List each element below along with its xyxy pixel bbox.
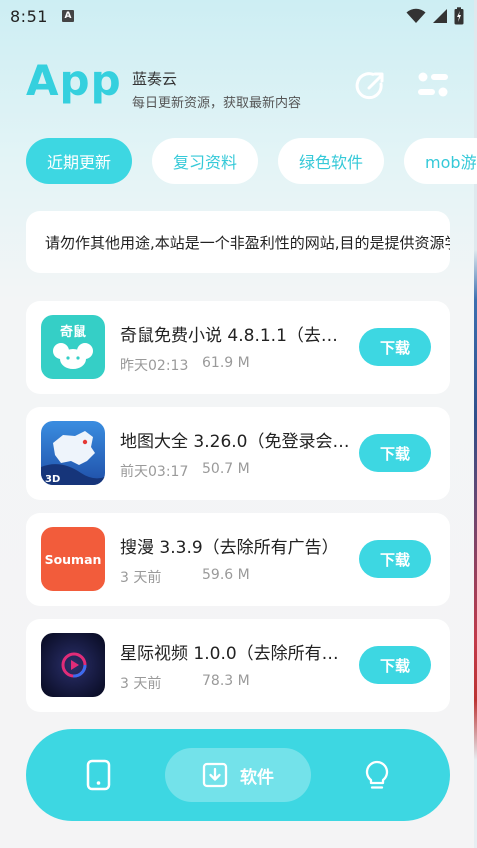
app-size: 78.3 M: [202, 673, 250, 689]
mouse-app-label: 奇鼠: [60, 324, 86, 340]
app-update-time: 昨天02:13: [120, 358, 189, 374]
app-title: 星际视频 1.0.0（去除所有广告）: [120, 644, 352, 664]
download-button[interactable]: 下载: [359, 540, 431, 578]
app-size: 59.6 M: [202, 567, 250, 583]
video-app-icon: [41, 633, 105, 697]
app-list-item[interactable]: 3D 地图大全 3.26.0（免登录会员版） 前天03:17 50.7 M 下载: [26, 407, 450, 500]
signal-icon: [433, 9, 447, 23]
phone-icon: [86, 759, 111, 791]
app-size: 61.9 M: [202, 355, 250, 371]
nav-software-button[interactable]: 软件: [165, 748, 311, 802]
nav-tips-button[interactable]: [363, 759, 391, 791]
download-button[interactable]: 下载: [359, 328, 431, 366]
app-update-time: 前天03:17: [120, 464, 189, 480]
mouse-app-icon: 奇鼠: [41, 315, 105, 379]
app-list-item[interactable]: 奇鼠 奇鼠免费小说 4.8.1.1（去除所有广告） 昨天02:13 61.9 M…: [26, 301, 450, 394]
site-description: 每日更新资源，获取最新内容: [132, 96, 302, 111]
tab-mob-games[interactable]: mob游: [404, 138, 477, 184]
app-update-time: 3 天前: [120, 676, 162, 692]
wifi-icon: [406, 8, 426, 23]
share-button[interactable]: [354, 69, 388, 103]
app-list-item[interactable]: Souman 搜漫 3.3.9（去除所有广告） 3 天前 59.6 M 下载: [26, 513, 450, 606]
download-button[interactable]: 下载: [359, 434, 431, 472]
nav-software-label: 软件: [240, 767, 274, 788]
menu-icon: [418, 72, 448, 97]
app-title: 奇鼠免费小说 4.8.1.1（去除所有广告）: [120, 326, 352, 346]
bulb-icon: [365, 760, 389, 789]
app-title: 搜漫 3.3.9（去除所有广告）: [120, 538, 339, 558]
app-logo: App: [26, 56, 122, 105]
app-list-item[interactable]: 星际视频 1.0.0（去除所有广告） 3 天前 78.3 M 下载: [26, 619, 450, 712]
tab-recent[interactable]: 近期更新: [26, 138, 133, 184]
share-icon: [355, 72, 384, 100]
category-tabs: 近期更新 复习资料 绿色软件 mob游: [26, 138, 477, 184]
site-name: 蓝奏云: [132, 70, 178, 88]
status-icons: [406, 7, 464, 25]
battery-icon: [454, 7, 464, 25]
souman-app-icon: Souman: [41, 527, 105, 591]
map-app-icon: 3D: [41, 421, 105, 485]
souman-app-label: Souman: [45, 552, 102, 567]
app-title: 地图大全 3.26.0（免登录会员版）: [120, 432, 352, 452]
app-update-time: 3 天前: [120, 570, 162, 586]
map-app-label: 3D: [45, 474, 60, 485]
download-icon: [202, 762, 228, 788]
status-time: 8:51: [10, 6, 48, 26]
bottom-navigation: 软件: [26, 729, 450, 821]
tab-green-software[interactable]: 绿色软件: [278, 138, 385, 184]
download-button[interactable]: 下载: [359, 646, 431, 684]
notice-banner: 请勿作其他用途,本站是一个非盈利性的网站,目的是提供资源学习交流: [26, 211, 450, 273]
notice-text: 请勿作其他用途,本站是一个非盈利性的网站,目的是提供资源学习交流: [45, 233, 450, 252]
tab-study-materials[interactable]: 复习资料: [152, 138, 259, 184]
app-size: 50.7 M: [202, 461, 250, 477]
status-bar: 8:51 A: [0, 0, 474, 32]
menu-button[interactable]: [416, 70, 450, 100]
nav-phone-button[interactable]: [84, 759, 114, 791]
notification-icon: A: [61, 10, 74, 22]
